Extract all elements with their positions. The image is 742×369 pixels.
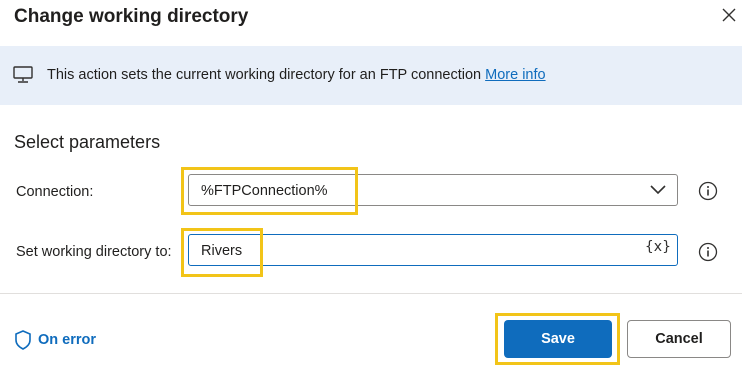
close-button[interactable] bbox=[718, 4, 740, 26]
variable-picker-button[interactable]: {x} bbox=[645, 237, 671, 257]
chevron-down-icon bbox=[650, 185, 666, 195]
connection-select[interactable]: %FTPConnection% bbox=[188, 174, 678, 206]
connection-help-icon[interactable] bbox=[698, 181, 718, 201]
working-directory-help-icon[interactable] bbox=[698, 242, 718, 262]
working-directory-label: Set working directory to: bbox=[16, 244, 172, 260]
info-bar: This action sets the current working dir… bbox=[0, 46, 742, 105]
working-directory-value: Rivers bbox=[201, 243, 243, 259]
cancel-button[interactable]: Cancel bbox=[627, 320, 731, 358]
more-info-link[interactable]: More info bbox=[485, 67, 545, 83]
on-error-label: On error bbox=[38, 332, 97, 348]
shield-icon bbox=[15, 330, 31, 350]
close-icon bbox=[722, 8, 736, 22]
save-button[interactable]: Save bbox=[504, 320, 612, 358]
info-description: This action sets the current working dir… bbox=[47, 67, 482, 83]
info-text-row: This action sets the current working dir… bbox=[47, 66, 546, 84]
section-title: Select parameters bbox=[14, 132, 161, 152]
connection-value: %FTPConnection% bbox=[201, 183, 328, 199]
on-error-button[interactable]: On error bbox=[14, 329, 96, 351]
dialog-title: Change working directory bbox=[14, 6, 249, 27]
change-working-directory-dialog: Change working directory This action set… bbox=[0, 0, 742, 369]
working-directory-input[interactable]: Rivers {x} bbox=[188, 234, 678, 266]
connection-label: Connection: bbox=[16, 184, 94, 200]
monitor-icon bbox=[13, 66, 33, 83]
footer-divider bbox=[0, 293, 742, 294]
